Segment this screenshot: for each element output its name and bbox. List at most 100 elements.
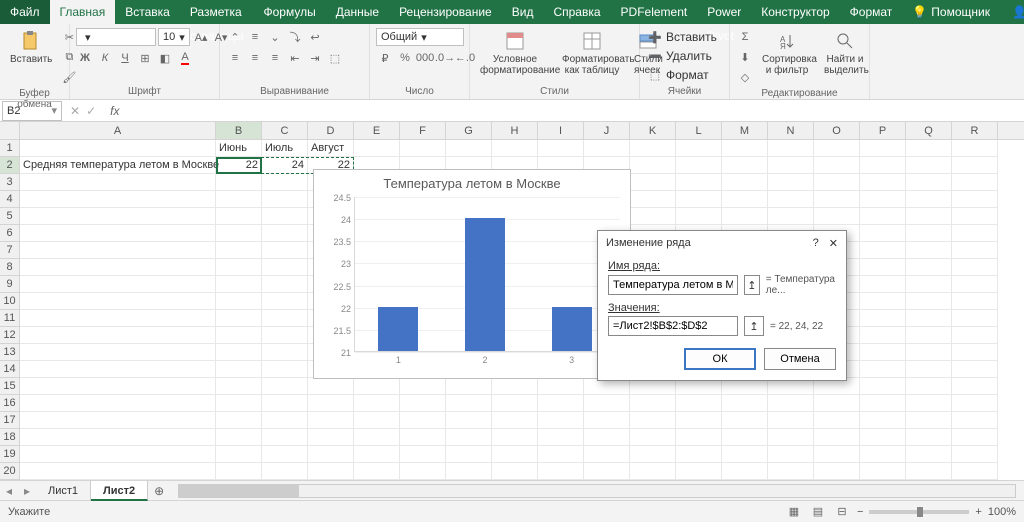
bold-button[interactable]: Ж [76,49,94,67]
cell[interactable]: Июнь [216,140,262,157]
cell[interactable] [952,191,998,208]
cell[interactable] [952,378,998,395]
cell[interactable] [262,327,308,344]
cell[interactable] [906,395,952,412]
fx-button[interactable]: fx [104,104,125,118]
cell[interactable] [722,157,768,174]
row-header[interactable]: 4 [0,191,20,208]
cell[interactable] [262,225,308,242]
cell[interactable] [262,191,308,208]
cell[interactable] [814,140,860,157]
cell[interactable] [906,191,952,208]
cell[interactable] [630,174,676,191]
cell[interactable] [676,412,722,429]
cell[interactable] [20,395,216,412]
cell[interactable] [262,276,308,293]
cell[interactable] [216,242,262,259]
col-header-K[interactable]: K [630,122,676,139]
cell[interactable] [584,429,630,446]
cancel-formula-button[interactable]: ✕ [70,104,80,118]
cell[interactable] [492,395,538,412]
cell[interactable] [768,208,814,225]
cell[interactable] [860,412,906,429]
cell[interactable] [906,208,952,225]
cell[interactable] [400,429,446,446]
cell[interactable] [860,242,906,259]
wrap-text-button[interactable]: ↩ [306,28,324,46]
cell[interactable] [262,429,308,446]
cell[interactable] [20,446,216,463]
cell[interactable] [400,463,446,480]
cell[interactable] [814,208,860,225]
cell[interactable] [20,293,216,310]
ok-button[interactable]: ОК [684,348,756,370]
row-header[interactable]: 14 [0,361,20,378]
cell[interactable] [216,344,262,361]
col-header-P[interactable]: P [860,122,906,139]
cell[interactable] [952,293,998,310]
cell[interactable] [952,463,998,480]
col-header-F[interactable]: F [400,122,446,139]
number-format-combo[interactable]: Общий▾ [376,28,464,46]
cell[interactable] [630,463,676,480]
cell[interactable] [20,378,216,395]
align-middle-button[interactable]: ≡ [246,28,264,46]
tab-format[interactable]: Формат [840,0,903,24]
align-top-button[interactable]: ⌃ [226,28,244,46]
page-break-view-button[interactable]: ⊟ [833,503,851,521]
cell[interactable] [906,378,952,395]
cell[interactable] [262,174,308,191]
cell[interactable] [492,412,538,429]
cell[interactable] [906,412,952,429]
cell[interactable] [308,463,354,480]
col-header-E[interactable]: E [354,122,400,139]
cell[interactable] [20,174,216,191]
sheet-tab-1[interactable]: Лист1 [36,481,91,501]
cell[interactable] [952,140,998,157]
chart-object[interactable]: Температура летом в Москве 2121.52222.52… [313,169,631,379]
col-header-I[interactable]: I [538,122,584,139]
cell[interactable] [630,157,676,174]
cell[interactable] [308,446,354,463]
cell[interactable] [906,446,952,463]
zoom-out-button[interactable]: − [857,506,863,518]
row-header[interactable]: 18 [0,429,20,446]
cell[interactable] [354,463,400,480]
cell[interactable] [216,310,262,327]
cell[interactable] [630,395,676,412]
cell[interactable] [400,412,446,429]
cell[interactable] [814,157,860,174]
chart-bar[interactable] [378,307,418,351]
horizontal-scrollbar[interactable] [178,484,1016,498]
cell[interactable] [952,208,998,225]
cell[interactable] [400,378,446,395]
cell[interactable] [630,191,676,208]
normal-view-button[interactable]: ▦ [785,503,803,521]
cell[interactable] [538,446,584,463]
col-header-G[interactable]: G [446,122,492,139]
cell[interactable] [814,395,860,412]
cell[interactable] [952,412,998,429]
cell[interactable] [262,293,308,310]
col-header-Q[interactable]: Q [906,122,952,139]
cell[interactable] [860,446,906,463]
col-header-C[interactable]: C [262,122,308,139]
cell[interactable] [906,293,952,310]
row-header[interactable]: 3 [0,174,20,191]
row-header[interactable]: 16 [0,395,20,412]
series-name-ref-button[interactable]: ↥ [744,275,760,295]
cell[interactable] [906,140,952,157]
cell[interactable] [20,225,216,242]
row-header[interactable]: 8 [0,259,20,276]
cell[interactable] [354,395,400,412]
cell[interactable] [860,208,906,225]
fill-color-button[interactable]: ◧ [156,49,174,67]
cell[interactable] [492,446,538,463]
row-header[interactable]: 17 [0,412,20,429]
cell[interactable] [814,446,860,463]
cell[interactable] [860,344,906,361]
row-header[interactable]: 12 [0,327,20,344]
enter-formula-button[interactable]: ✓ [86,104,96,118]
cell[interactable] [676,140,722,157]
series-values-ref-button[interactable]: ↥ [744,316,764,336]
